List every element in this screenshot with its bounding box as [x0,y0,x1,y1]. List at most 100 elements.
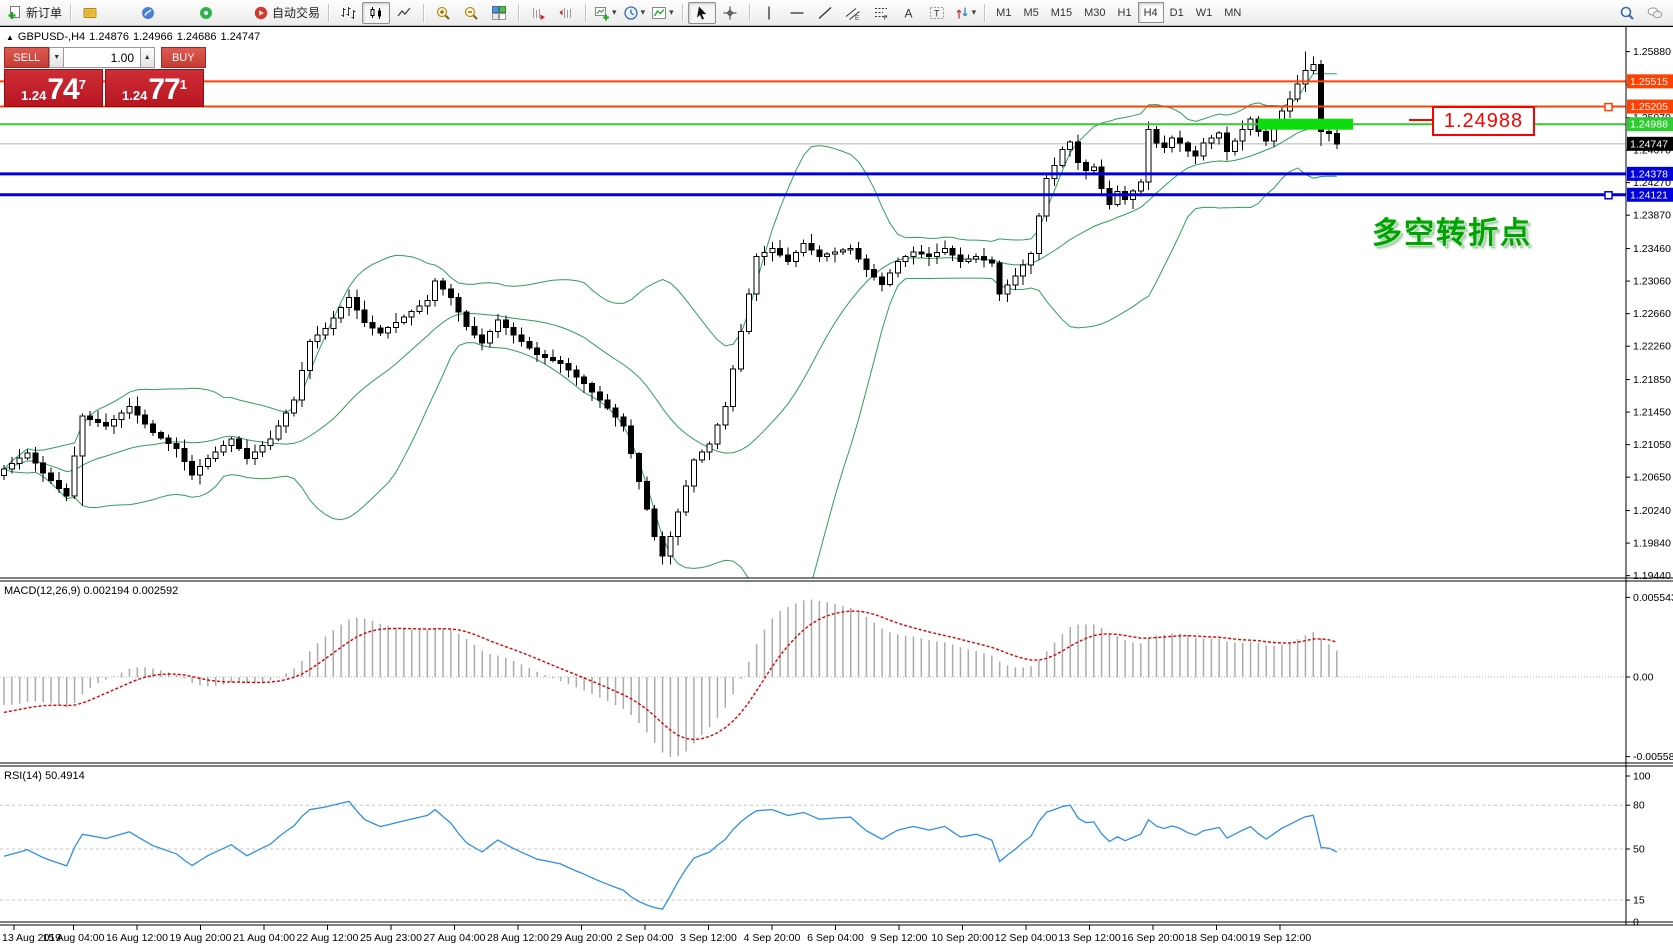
bollinger-middle-band [4,125,1337,472]
line-chart-button[interactable] [390,2,418,24]
time-tick-label: 15 Aug 04:00 [43,932,105,944]
tile-windows-button[interactable] [485,2,513,24]
collapse-one-click-icon[interactable]: ▲ [6,33,14,42]
time-tick-label: 2 Sep 04:00 [617,932,674,944]
cursor-button[interactable] [688,2,716,24]
volume-input[interactable] [64,47,140,68]
candle-body [801,244,806,253]
auto-scroll-button[interactable] [524,2,552,24]
sell-button[interactable]: SELL [4,47,49,68]
turning-point-annotation[interactable]: 多空转折点 [1372,208,1532,252]
rsi-line [4,801,1337,909]
autotrading-button[interactable]: 自动交易 [250,2,323,24]
vertical-line-button[interactable] [755,2,783,24]
label-t-icon: T [929,5,945,21]
candle-body [1107,188,1112,204]
rsi-indicator-label: RSI(14) 50.4914 [4,770,85,782]
timeframe-mn-button[interactable]: MN [1218,2,1247,23]
chart-shift-button[interactable] [552,2,580,24]
mt4-terminal: 新订单自动交易▾▾▾EFAT▾M1M5M15M30H1H4D1W1MN 1.25… [0,0,1673,949]
price-tick-label: 1.23060 [1633,276,1671,288]
chevron-down-icon: ▾ [641,7,646,18]
candle-body [738,332,743,369]
candle-body [213,452,218,459]
volume-decrease-button[interactable]: ▼ [49,47,64,68]
text-a-icon: A [901,5,917,21]
signals-button[interactable] [192,2,220,24]
price-tick-label: 1.22260 [1633,341,1671,353]
mql5-community-button[interactable] [134,2,162,24]
horizontal-line-button[interactable] [783,2,811,24]
candle-body [668,537,673,557]
candle-body [746,294,751,331]
bar-chart-button[interactable] [334,2,362,24]
line-handle[interactable] [1605,104,1612,111]
buy-button[interactable]: BUY [161,47,206,68]
buy-price-button[interactable]: 1.24771 [105,69,204,107]
candle-body [809,244,814,251]
candle-body [1264,131,1269,141]
text-label-button[interactable]: T [923,2,951,24]
macd-axis-label: -0.005583 [1633,751,1673,763]
candle-body [417,306,422,311]
timeframe-h1-button[interactable]: H1 [1112,2,1138,23]
new-chart-button[interactable]: ▾ [591,2,620,24]
bid-price-label-text: 1.24747 [1630,138,1668,150]
line-handle[interactable] [1605,192,1612,199]
candlestick-chart-button[interactable] [362,2,390,24]
price-callout-box[interactable]: 1.24988 [1432,106,1535,136]
highlight-rect[interactable] [1258,119,1353,130]
candle-body [378,328,383,333]
symbol-header: ▲GBPUSD-,H41.248761.249661.246861.24747 [6,31,264,43]
candle-body [652,509,657,537]
periods-button[interactable]: ▾ [620,2,649,24]
candle-body [927,254,932,256]
candle-body [519,335,524,342]
zoom-in-button[interactable] [429,2,457,24]
equidistant-channel-button[interactable]: E [839,2,867,24]
sell-price-button[interactable]: 1.24747 [4,69,103,107]
timeframe-m15-button[interactable]: M15 [1045,2,1078,23]
candle-body [511,327,516,334]
candle-body [1209,138,1214,143]
candle-body [1013,276,1018,285]
chart-window: 1.258801.254801.250701.246701.242701.238… [0,26,1673,949]
timeframe-h4-button[interactable]: H4 [1138,2,1164,23]
metaeditor-button[interactable] [76,2,104,24]
timeframe-d1-button[interactable]: D1 [1164,2,1190,23]
shift-icon [558,5,574,21]
candle-body [370,323,375,328]
new-order-button[interactable]: 新订单 [4,2,65,24]
timeframe-m5-button[interactable]: M5 [1017,2,1044,23]
candle-body [135,406,140,415]
candle-body [237,439,242,449]
chat-button[interactable] [1641,2,1669,24]
toolbar-separator [749,4,750,22]
candle-body [597,392,602,400]
mql5-icon [140,5,156,21]
candle-body [1068,142,1073,149]
text-button[interactable]: A [895,2,923,24]
timeframe-m1-button[interactable]: M1 [990,2,1017,23]
timeframe-m30-button[interactable]: M30 [1078,2,1111,23]
time-axis[interactable]: 13 Aug 201915 Aug 04:0016 Aug 12:0019 Au… [2,925,1311,944]
crosshair-button[interactable] [716,2,744,24]
zoom-out-button[interactable] [457,2,485,24]
candle-body [433,281,438,301]
vline-icon [761,5,777,21]
arrow-objects-button[interactable]: ▾ [951,2,980,24]
candle-body [621,417,626,426]
search-button[interactable] [1613,2,1641,24]
candle-body [441,281,446,289]
volume-increase-button[interactable]: ▲ [140,47,155,68]
timeframe-w1-button[interactable]: W1 [1190,2,1219,23]
level-price-label-text: 1.24378 [1630,168,1668,180]
candle-body [527,341,532,348]
rsi-panel [0,801,1626,909]
price-tick-label: 1.22660 [1633,308,1671,320]
trendline-button[interactable] [811,2,839,24]
chart-canvas[interactable]: 1.258801.254801.250701.246701.242701.238… [0,26,1673,949]
fibonacci-button[interactable]: F [867,2,895,24]
candle-body [911,252,916,257]
indicators-button[interactable]: ▾ [648,2,677,24]
